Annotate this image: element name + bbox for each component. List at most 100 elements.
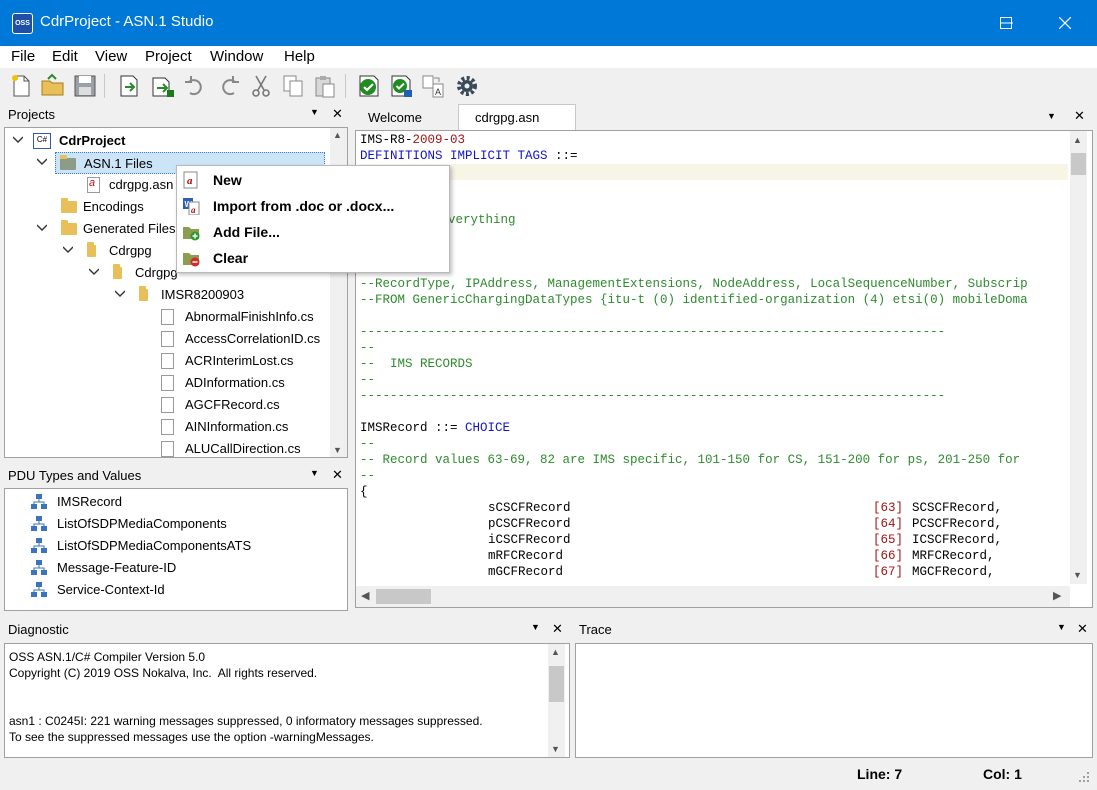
tab-close-icon[interactable]: ✕ [1074, 108, 1085, 124]
check-icon [359, 75, 379, 97]
menu-file[interactable]: File [11, 48, 35, 65]
settings-button[interactable] [454, 73, 480, 99]
save-button[interactable] [72, 73, 98, 99]
menu-edit[interactable]: Edit [52, 48, 78, 65]
menu-project[interactable]: Project [145, 48, 192, 65]
tree-node-file[interactable]: AbnormalFinishInfo.cs [161, 306, 325, 328]
scroll-down-icon[interactable]: ▼ [333, 445, 342, 455]
folder-icon [87, 242, 96, 257]
scroll-down-icon[interactable]: ▼ [551, 744, 560, 754]
tree-node-file[interactable]: ADInformation.cs [161, 372, 325, 394]
status-line: Line: 7 [857, 766, 903, 782]
scroll-thumb[interactable] [1071, 153, 1086, 175]
chevron-down-icon [37, 158, 47, 165]
tab-cdrgpg-asn[interactable]: cdrgpg.asn [458, 104, 576, 131]
diagnostic-scrollbar[interactable]: ▲ ▼ [548, 644, 565, 757]
tree-node-file[interactable]: AccessCorrelationID.cs [161, 328, 325, 350]
close-button[interactable] [1040, 0, 1090, 46]
tree-node-file[interactable]: ACRInterimLost.cs [161, 350, 325, 372]
code-token: IMS-R8- [360, 133, 413, 147]
code-line: ICSCFRecord, [912, 533, 1003, 547]
code-line: [63] [873, 501, 904, 515]
menu-help[interactable]: Help [284, 48, 315, 65]
code-line: -- Record values 63-69, 82 are IMS speci… [360, 453, 1021, 467]
pdu-label: IMSRecord [57, 494, 123, 509]
tree-node-imsr[interactable]: IMSR8200903 [111, 284, 321, 306]
code-line: MGCFRecord, [912, 565, 995, 579]
new-file-button[interactable] [8, 73, 34, 99]
check-all-button[interactable] [388, 73, 414, 99]
pdu-item[interactable]: Service-Context-Id [31, 579, 331, 601]
code-line: ----------------------------------------… [360, 389, 946, 403]
tree-label: ACRInterimLost.cs [185, 353, 294, 368]
paste-button[interactable] [312, 73, 338, 99]
tree-label: AbnormalFinishInfo.cs [185, 309, 314, 324]
pdu-item[interactable]: ListOfSDPMediaComponents [31, 513, 331, 535]
code-content: IMS-R8-2009-03 DEFINITIONS IMPLICIT TAGS… [360, 133, 1068, 587]
scroll-up-icon[interactable]: ▲ [1073, 135, 1082, 145]
tree-node-project[interactable]: C# CdrProject [5, 130, 325, 152]
menu-view[interactable]: View [95, 48, 127, 65]
window-title: CdrProject - ASN.1 Studio [40, 13, 214, 30]
code-line: sCSCFRecord [488, 501, 571, 515]
scroll-left-icon[interactable]: ◀ [361, 589, 369, 602]
tree-node-file[interactable]: ALUCallDirection.cs [161, 438, 325, 460]
add-folder-icon [183, 227, 200, 241]
menu-bar: File Edit View Project Window Help [0, 46, 1097, 68]
chevron-down-icon [63, 246, 73, 253]
status-bar: Line: 7 Col: 1 [0, 762, 1097, 790]
scroll-down-icon[interactable]: ▼ [1073, 570, 1082, 580]
cut-button[interactable] [248, 73, 274, 99]
copy-button[interactable] [280, 73, 306, 99]
code-line: IMS-R8-2009-03 [360, 133, 465, 147]
context-menu-add-file[interactable]: Add File... [177, 219, 449, 245]
pdu-item[interactable]: Message-Feature-ID [31, 557, 331, 579]
app-icon: OSS [12, 13, 33, 34]
convert-button[interactable]: A [420, 73, 446, 99]
asn-file-icon: a [87, 177, 100, 193]
editor-horizontal-scrollbar[interactable]: ◀ ▶ [356, 586, 1070, 607]
undo-button[interactable] [182, 73, 208, 99]
scroll-right-icon[interactable]: ▶ [1053, 589, 1061, 602]
maximize-button[interactable] [981, 0, 1031, 46]
resize-grip-icon[interactable] [1077, 770, 1091, 784]
context-menu-clear[interactable]: Clear [177, 245, 449, 271]
editor-vertical-scrollbar[interactable]: ▲ ▼ [1070, 131, 1087, 584]
panel-close-icon[interactable]: ✕ [332, 106, 343, 122]
panel-menu-icon[interactable]: ▼ [531, 622, 540, 632]
panel-close-icon[interactable]: ✕ [552, 621, 563, 637]
scroll-thumb[interactable] [549, 666, 564, 702]
tab-list-icon[interactable]: ▼ [1047, 111, 1056, 121]
import-word-icon: Wa [183, 198, 200, 215]
pdu-label: Message-Feature-ID [57, 560, 177, 575]
export-all-button[interactable] [150, 73, 176, 99]
panel-menu-icon[interactable]: ▼ [310, 468, 319, 478]
menu-window[interactable]: Window [210, 48, 263, 65]
panel-menu-icon[interactable]: ▼ [1057, 622, 1066, 632]
open-button[interactable] [40, 73, 66, 99]
scroll-up-icon[interactable]: ▲ [333, 130, 342, 140]
diagnostic-output: OSS ASN.1/C# Compiler Version 5.0 Copyri… [4, 643, 570, 758]
title-bar: OSS CdrProject - ASN.1 Studio [0, 0, 1097, 46]
pdu-item[interactable]: ListOfSDPMediaComponentsATS [31, 535, 331, 557]
check-button[interactable] [356, 73, 382, 99]
svg-text:a: a [187, 175, 193, 187]
context-menu-new[interactable]: a New [177, 167, 449, 193]
code-line: [67] [873, 565, 904, 579]
context-menu-label: Add File... [213, 224, 280, 240]
status-col: Col: 1 [983, 766, 1022, 782]
scroll-up-icon[interactable]: ▲ [551, 647, 560, 657]
tab-welcome[interactable]: Welcome [355, 104, 458, 130]
scroll-thumb[interactable] [376, 589, 431, 604]
tree-node-file[interactable]: AGCFRecord.cs [161, 394, 325, 416]
panel-menu-icon[interactable]: ▼ [310, 107, 319, 117]
close-icon [1059, 17, 1071, 29]
redo-button[interactable] [216, 73, 242, 99]
tree-node-file[interactable]: AINInformation.cs [161, 416, 325, 438]
context-menu-import[interactable]: Wa Import from .doc or .docx... [177, 193, 449, 219]
export-button[interactable] [116, 73, 142, 99]
pdu-item[interactable]: IMSRecord [31, 491, 331, 513]
panel-close-icon[interactable]: ✕ [1077, 621, 1088, 637]
code-line: MRFCRecord, [912, 549, 995, 563]
panel-close-icon[interactable]: ✕ [332, 467, 343, 483]
